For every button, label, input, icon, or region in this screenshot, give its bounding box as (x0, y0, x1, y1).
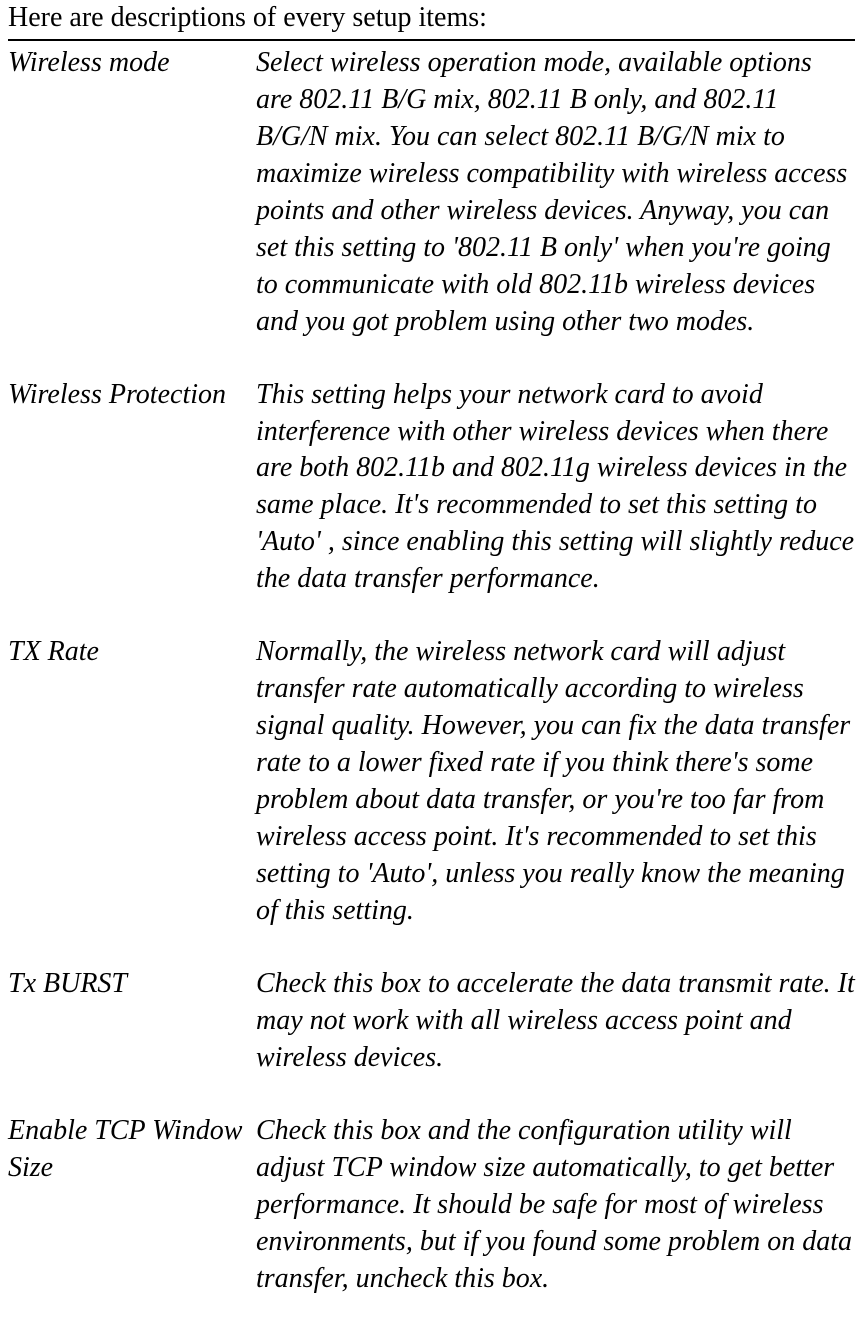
setup-item-desc: Check this box to accelerate the data tr… (256, 966, 855, 1077)
setup-item-term: Enable TCP Window Size (8, 1113, 256, 1187)
setup-item-row: Wireless Protection This setting helps y… (8, 377, 855, 599)
setup-item-row: Wireless mode Select wireless operation … (8, 45, 855, 341)
setup-item-desc: This setting helps your network card to … (256, 377, 855, 599)
setup-item-desc: Select wireless operation mode, availabl… (256, 45, 855, 341)
intro-text: Here are descriptions of every setup ite… (8, 0, 855, 41)
setup-item-term: Wireless mode (8, 45, 256, 82)
setup-item-desc: Normally, the wireless network card will… (256, 634, 855, 930)
setup-item-row: Tx BURST Check this box to accelerate th… (8, 966, 855, 1077)
setup-items-list: Wireless mode Select wireless operation … (8, 45, 855, 1298)
setup-item-term: Tx BURST (8, 966, 256, 1003)
setup-item-desc: Check this box and the configuration uti… (256, 1113, 855, 1298)
setup-item-term: Wireless Protection (8, 377, 256, 414)
setup-item-row: Enable TCP Window Size Check this box an… (8, 1113, 855, 1298)
setup-item-row: TX Rate Normally, the wireless network c… (8, 634, 855, 930)
setup-item-term: TX Rate (8, 634, 256, 671)
